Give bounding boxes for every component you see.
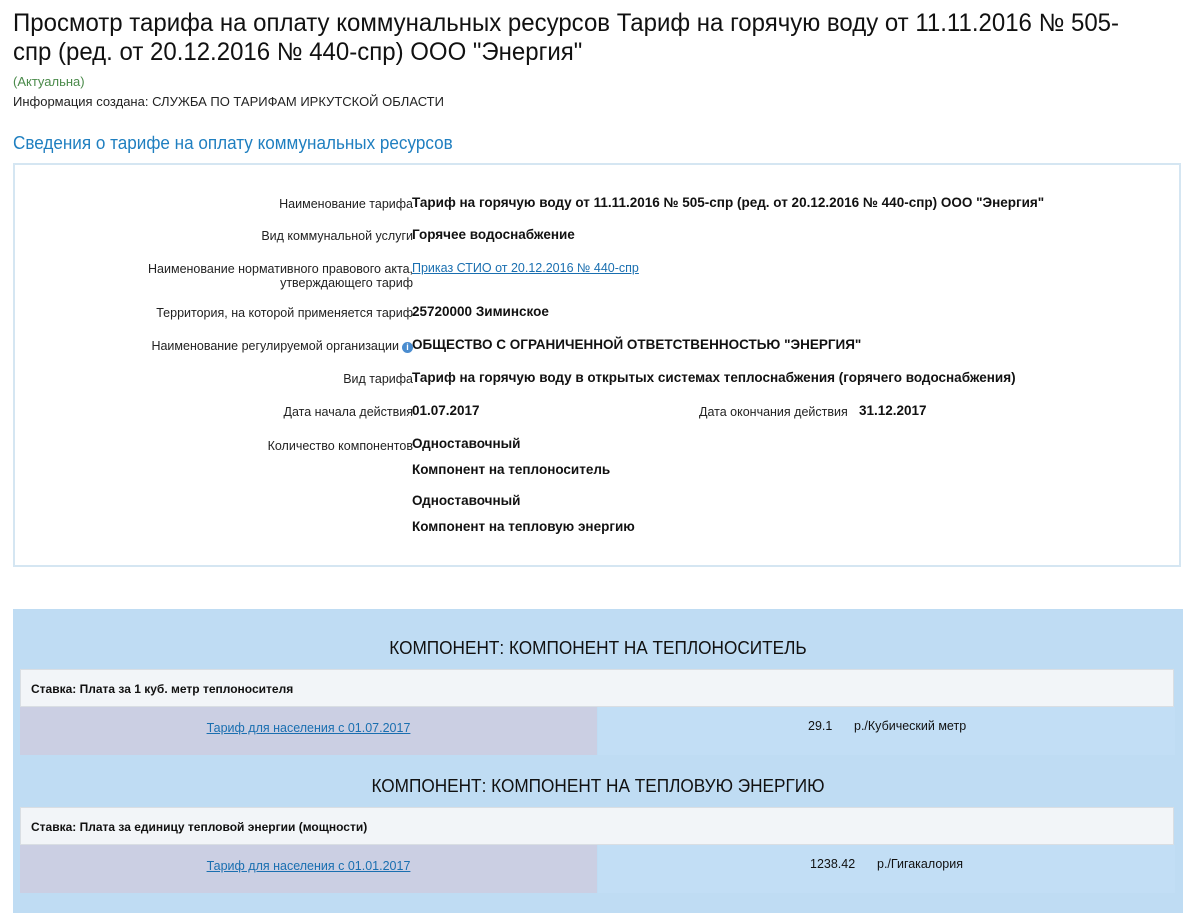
service-label: Вид коммунальной услуги bbox=[261, 229, 413, 243]
end-value: 31.12.2017 bbox=[859, 403, 927, 418]
rate-suffix: куб. метр теплоносителя bbox=[140, 682, 294, 696]
org-label-wrap: Наименование регулируемой организации i bbox=[33, 339, 413, 353]
section-title: Сведения о тарифе на оплату коммунальных… bbox=[13, 133, 453, 153]
tariff-details-panel: Наименование тарифа Тариф на горячую вод… bbox=[13, 163, 1181, 567]
rate-text: Ставка: Плата за bbox=[31, 682, 135, 696]
rate-header: Ставка: Плата за единицу тепловой энерги… bbox=[20, 807, 1174, 845]
component-2-kind: Одноставочный bbox=[412, 493, 521, 508]
tariff-link[interactable]: Тариф для населения с 01.07.2017 bbox=[207, 721, 411, 735]
act-label: Наименование нормативного правового акта… bbox=[148, 262, 413, 290]
component-heading: КОМПОНЕНТ: КОМПОНЕНТ НА ТЕПЛОНОСИТЕЛЬ bbox=[389, 637, 807, 658]
tariff-unit: р./Гигакалория bbox=[877, 857, 963, 871]
service-value: Горячее водоснабжение bbox=[412, 227, 575, 242]
tariff-amount: 1238.42 bbox=[810, 857, 856, 871]
territory-value: 25720000 Зиминское bbox=[412, 304, 549, 319]
act-link[interactable]: Приказ СТИО от 20.12.2016 № 440-спр bbox=[412, 261, 639, 275]
tariff-name-label: Наименование тарифа bbox=[279, 197, 413, 211]
amount-cell: 1238.42 р./Гигакалория bbox=[598, 845, 1175, 893]
tariff-cell: Тариф для населения с 01.07.2017 bbox=[20, 707, 597, 755]
rate-header: Ставка: Плата за 1 куб. метр теплоносите… bbox=[20, 669, 1174, 707]
tariff-unit: р./Кубический метр bbox=[854, 719, 967, 733]
component-1-name: Компонент на теплоноситель bbox=[412, 462, 611, 477]
org-label: Наименование регулируемой организации bbox=[151, 339, 399, 353]
created-by: Информация создана: СЛУЖБА ПО ТАРИФАМ ИР… bbox=[13, 94, 444, 109]
territory-label: Территория, на которой применяется тариф bbox=[156, 306, 413, 320]
tariff-name-value: Тариф на горячую воду от 11.11.2016 № 50… bbox=[412, 195, 1045, 210]
amount-cell: 29.1 р./Кубический метр bbox=[598, 707, 1175, 755]
type-label: Вид тарифа bbox=[343, 372, 413, 386]
status-label: (Актуальна) bbox=[13, 74, 85, 89]
start-label: Дата начала действия bbox=[283, 405, 413, 419]
created-label: Информация создана: bbox=[13, 94, 149, 109]
created-org: СЛУЖБА ПО ТАРИФАМ ИРКУТСКОЙ ОБЛАСТИ bbox=[152, 94, 444, 109]
start-value: 01.07.2017 bbox=[412, 403, 480, 418]
tariff-amount: 29.1 bbox=[808, 719, 833, 733]
components-panel: КОМПОНЕНТ: КОМПОНЕНТ НА ТЕПЛОНОСИТЕЛЬ Ст… bbox=[13, 609, 1183, 913]
tariff-link[interactable]: Тариф для населения с 01.01.2017 bbox=[207, 859, 411, 873]
org-value: ОБЩЕСТВО С ОГРАНИЧЕННОЙ ОТВЕТСТВЕННОСТЬЮ… bbox=[412, 337, 862, 352]
components-label: Количество компонентов bbox=[267, 439, 413, 453]
rate-text: Ставка: Плата за единицу тепловой энерги… bbox=[31, 820, 368, 834]
end-label: Дата окончания действия bbox=[699, 405, 848, 419]
component-heading: КОМПОНЕНТ: КОМПОНЕНТ НА ТЕПЛОВУЮ ЭНЕРГИЮ bbox=[371, 775, 825, 796]
tariff-cell: Тариф для населения с 01.01.2017 bbox=[20, 845, 597, 893]
rate-bold: 1 bbox=[134, 682, 141, 696]
tariff-row: Тариф для населения с 01.07.2017 29.1 р.… bbox=[20, 707, 1175, 755]
tariff-row: Тариф для населения с 01.01.2017 1238.42… bbox=[20, 845, 1175, 893]
component-2-name: Компонент на тепловую энергию bbox=[412, 519, 635, 534]
component-1-kind: Одноставочный bbox=[412, 436, 521, 451]
page-title: Просмотр тарифа на оплату коммунальных р… bbox=[13, 9, 1120, 66]
type-value: Тариф на горячую воду в открытых система… bbox=[412, 370, 1016, 385]
